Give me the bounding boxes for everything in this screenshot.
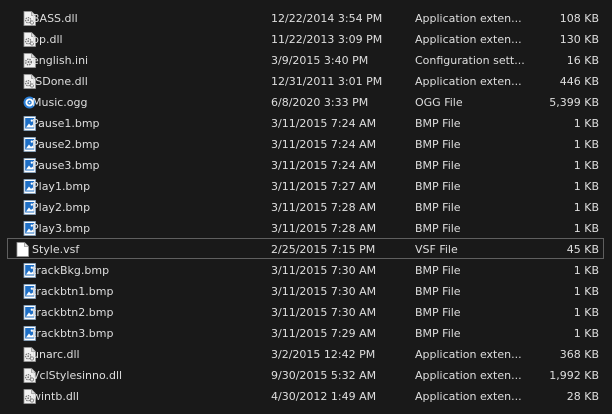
file-size: 1 KB: [573, 327, 599, 340]
file-size: 368 KB: [559, 348, 599, 361]
file-size: 16 KB: [566, 54, 599, 67]
file-row[interactable]: Play1.bmp 3/11/2015 7:27 AM BMP File 1 KB: [0, 175, 612, 196]
file-type: Application exten...: [415, 390, 522, 403]
file-size: 5,399 KB: [549, 96, 599, 109]
file-row[interactable]: Play2.bmp 3/11/2015 7:28 AM BMP File 1 KB: [0, 196, 612, 217]
date-modified: 3/11/2015 7:28 AM: [271, 201, 377, 214]
file-list: BASS.dll 12/22/2014 3:54 PM Application ex…: [0, 0, 612, 414]
file-name: Style.vsf: [32, 243, 80, 256]
file-type: BMP File: [415, 285, 461, 298]
file-name: trackbtn2.bmp: [32, 306, 114, 319]
file-name: VclStylesinno.dll: [32, 369, 123, 382]
file-size: 1 KB: [573, 306, 599, 319]
file-name: trackbtn1.bmp: [32, 285, 114, 298]
file-row[interactable]: Pause2.bmp 3/11/2015 7:24 AM BMP File 1 KB: [0, 133, 612, 154]
file-row[interactable]: trackbtn1.bmp 3/11/2015 7:30 AM BMP File 1 …: [0, 280, 612, 301]
file-row[interactable]: Pause3.bmp 3/11/2015 7:24 AM BMP File 1 KB: [0, 154, 612, 175]
file-size: 1 KB: [573, 159, 599, 172]
date-modified: 11/22/2013 3:09 PM: [271, 33, 383, 46]
date-modified: 3/11/2015 7:30 AM: [271, 285, 377, 298]
file-type: Application exten...: [415, 348, 522, 361]
file-name: BASS.dll: [32, 12, 78, 25]
file-type: BMP File: [415, 138, 461, 151]
date-modified: 3/11/2015 7:27 AM: [271, 180, 377, 193]
file-name: Pause2.bmp: [32, 138, 100, 151]
file-size: 28 KB: [566, 390, 599, 403]
file-size: 446 KB: [559, 75, 599, 88]
file-name: Music.ogg: [32, 96, 88, 109]
date-modified: 2/25/2015 7:15 PM: [271, 243, 376, 256]
file-name: ISDone.dll: [32, 75, 88, 88]
file-row[interactable]: Pause1.bmp 3/11/2015 7:24 AM BMP File 1 KB: [0, 112, 612, 133]
file-size: 1 KB: [573, 117, 599, 130]
file-row[interactable]: ISDone.dll 12/31/2011 3:01 PM Application …: [0, 70, 612, 91]
file-row[interactable]: VclStylesinno.dll 9/30/2015 5:32 AM Applic…: [0, 364, 612, 385]
file-type: BMP File: [415, 201, 461, 214]
date-modified: 3/11/2015 7:24 AM: [271, 138, 377, 151]
file-name: wintb.dll: [32, 390, 79, 403]
file-row[interactable]: bp.dll 11/22/2013 3:09 PM Application exte…: [0, 28, 612, 49]
file-row[interactable]: unarc.dll 3/2/2015 12:42 PM Application ex…: [0, 343, 612, 364]
file-row[interactable]: wintb.dll 4/30/2012 1:49 AM Application ex…: [0, 385, 612, 406]
file-type: Application exten...: [415, 33, 522, 46]
file-type: Application exten...: [415, 12, 522, 25]
file-name: trackBkg.bmp: [32, 264, 110, 277]
file-type: BMP File: [415, 180, 461, 193]
file-type: BMP File: [415, 264, 461, 277]
file-name: Play3.bmp: [32, 222, 91, 235]
date-modified: 12/22/2014 3:54 PM: [271, 12, 383, 25]
file-type: OGG File: [415, 96, 463, 109]
file-size: 1 KB: [573, 138, 599, 151]
file-name: Pause1.bmp: [32, 117, 100, 130]
file-row[interactable]: english.ini 3/9/2015 3:40 PM Configuration…: [0, 49, 612, 70]
date-modified: 3/11/2015 7:30 AM: [271, 306, 377, 319]
file-name: bp.dll: [32, 33, 63, 46]
file-size: 1,992 KB: [549, 369, 599, 382]
file-name: Play1.bmp: [32, 180, 91, 193]
file-size: 1 KB: [573, 180, 599, 193]
file-name: Play2.bmp: [32, 201, 91, 214]
file-row[interactable]: Music.ogg 6/8/2020 3:33 PM OGG File 5,399 K…: [0, 91, 612, 112]
date-modified: 4/30/2012 1:49 AM: [271, 390, 377, 403]
file-row[interactable]: trackbtn2.bmp 3/11/2015 7:30 AM BMP File 1 …: [0, 301, 612, 322]
file-row[interactable]: trackbtn3.bmp 3/11/2015 7:29 AM BMP File 1 …: [0, 322, 612, 343]
file-size: 130 KB: [559, 33, 599, 46]
file-name: english.ini: [32, 54, 89, 67]
file-name: unarc.dll: [32, 348, 80, 361]
file-type: VSF File: [415, 243, 458, 256]
file-type: Configuration sett...: [415, 54, 525, 67]
file-size: 1 KB: [573, 264, 599, 277]
date-modified: 9/30/2015 5:32 AM: [271, 369, 377, 382]
file-size: 1 KB: [573, 222, 599, 235]
file-type: Application exten...: [415, 75, 522, 88]
file-row[interactable]: trackBkg.bmp 3/11/2015 7:30 AM BMP File 1 K…: [0, 259, 612, 280]
date-modified: 3/11/2015 7:24 AM: [271, 159, 377, 172]
file-row[interactable]: Style.vsf 2/25/2015 7:15 PM VSF File 45 KB: [7, 238, 604, 259]
file-type: BMP File: [415, 222, 461, 235]
file-size: 108 KB: [559, 12, 599, 25]
file-type: BMP File: [415, 327, 461, 340]
file-type: BMP File: [415, 306, 461, 319]
date-modified: 3/11/2015 7:30 AM: [271, 264, 377, 277]
file-type: BMP File: [415, 117, 461, 130]
file-type: Application exten...: [415, 369, 522, 382]
file-type: BMP File: [415, 159, 461, 172]
file-size: 1 KB: [573, 285, 599, 298]
blank-file-icon: [16, 242, 29, 257]
file-size: 1 KB: [573, 201, 599, 214]
date-modified: 3/2/2015 12:42 PM: [271, 348, 376, 361]
file-size: 45 KB: [566, 243, 599, 256]
date-modified: 3/11/2015 7:24 AM: [271, 117, 377, 130]
file-row[interactable]: Play3.bmp 3/11/2015 7:28 AM BMP File 1 KB: [0, 217, 612, 238]
date-modified: 3/11/2015 7:28 AM: [271, 222, 377, 235]
file-name: Pause3.bmp: [32, 159, 100, 172]
date-modified: 3/9/2015 3:40 PM: [271, 54, 369, 67]
file-row[interactable]: BASS.dll 12/22/2014 3:54 PM Application ex…: [0, 7, 612, 28]
date-modified: 6/8/2020 3:33 PM: [271, 96, 369, 109]
date-modified: 3/11/2015 7:29 AM: [271, 327, 377, 340]
file-name: trackbtn3.bmp: [32, 327, 114, 340]
date-modified: 12/31/2011 3:01 PM: [271, 75, 383, 88]
